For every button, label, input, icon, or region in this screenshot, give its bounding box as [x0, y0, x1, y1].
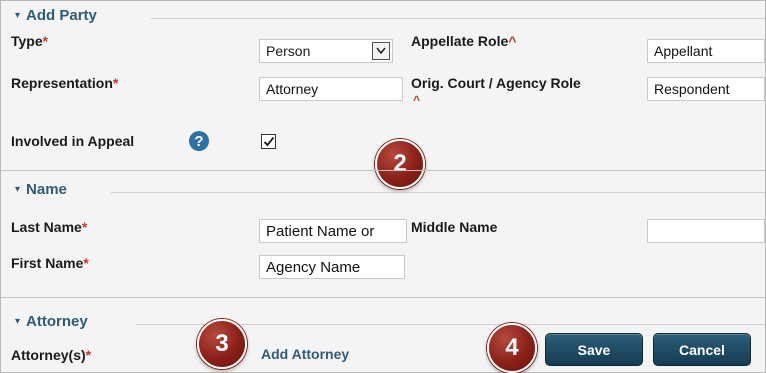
collapse-triangle-icon[interactable]: ▾ [15, 10, 20, 21]
appellate-role-field[interactable]: Appellant [647, 39, 765, 63]
cancel-button[interactable]: Cancel [653, 333, 751, 366]
help-icon[interactable]: ? [189, 131, 209, 151]
type-label: Type* [11, 33, 49, 49]
attorney-legend[interactable]: ▾ Attorney [15, 313, 94, 330]
name-title: Name [26, 181, 67, 198]
middle-name-label: Middle Name [411, 219, 498, 235]
add-party-title: Add Party [26, 7, 97, 24]
middle-name-field[interactable] [647, 219, 765, 243]
collapse-triangle-icon[interactable]: ▾ [15, 184, 20, 195]
save-button[interactable]: Save [545, 333, 643, 366]
last-name-label: Last Name* [11, 219, 88, 235]
involved-in-appeal-label: Involved in Appeal [11, 133, 135, 149]
add-party-section: ▾ Add Party Type* Person Appellate Role^… [1, 7, 765, 167]
representation-field[interactable]: Attorney [259, 77, 403, 101]
type-select[interactable]: Person [259, 39, 393, 63]
orig-role-field[interactable]: Respondent [647, 77, 765, 101]
orig-role-label: Orig. Court / Agency Role [411, 75, 581, 91]
type-select-value: Person [266, 43, 311, 59]
callout-badge-3: 3 [197, 319, 247, 369]
first-name-label: First Name* [11, 255, 89, 271]
collapse-triangle-icon[interactable]: ▾ [15, 316, 20, 327]
last-name-field[interactable]: Patient Name or [259, 219, 407, 243]
callout-badge-4: 4 [487, 323, 537, 373]
name-section: ▾ Name Last Name* Patient Name or Middle… [1, 181, 765, 291]
add-attorney-link[interactable]: Add Attorney [261, 346, 349, 362]
orig-role-required-mark: ^ [413, 93, 421, 107]
attorney-title: Attorney [26, 313, 88, 330]
first-name-field[interactable]: Agency Name [259, 255, 405, 279]
chevron-down-icon[interactable] [372, 42, 390, 60]
attorneys-label: Attorney(s)* [11, 347, 92, 363]
name-legend[interactable]: ▾ Name [15, 181, 73, 198]
attorney-section: ▾ Attorney Attorney(s)* Add Attorney [1, 313, 765, 373]
add-party-legend[interactable]: ▾ Add Party [15, 7, 103, 24]
involved-in-appeal-checkbox[interactable] [261, 134, 276, 149]
representation-label: Representation* [11, 75, 119, 91]
appellate-role-label: Appellate Role^ [411, 33, 517, 49]
add-party-form: ▾ Add Party Type* Person Appellate Role^… [0, 0, 766, 373]
checkmark-icon [263, 136, 274, 147]
